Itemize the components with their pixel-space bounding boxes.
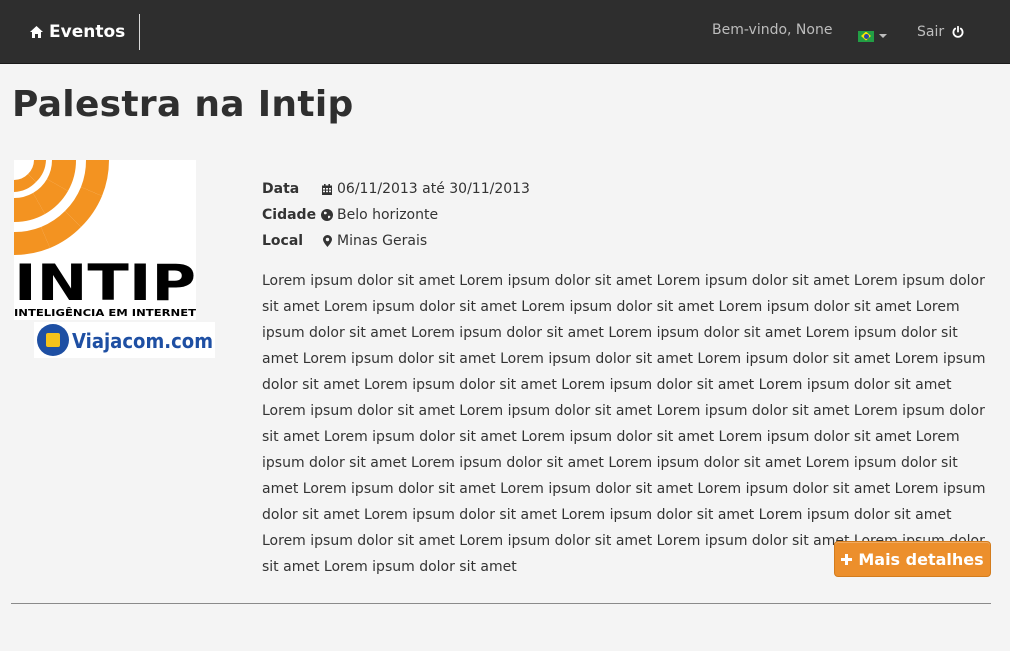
welcome-text: Bem-vindo, None [712,22,833,38]
logout-link[interactable]: Sair [917,22,964,42]
detail-label: Local [262,233,304,249]
plus-icon [841,553,853,565]
home-icon [30,26,43,38]
divider [11,603,991,604]
caret-down-icon [879,34,887,38]
detail-value: Belo horizonte [337,207,439,223]
brazil-flag-icon [858,30,874,42]
intip-tagline: INTELIGÊNCIA EM INTERNET [14,307,197,319]
detail-row-location: Local Minas Gerais [262,228,530,254]
map-marker-icon [317,235,337,247]
brand-label: Eventos [49,22,126,42]
more-details-button[interactable]: Mais detalhes [834,541,991,577]
detail-row-city: Cidade Belo horizonte [262,202,530,228]
logout-label: Sair [917,24,945,40]
navbar-divider [139,14,140,50]
event-logo-image: INTIP INTELIGÊNCIA EM INTERNET Viajacom.… [14,160,215,358]
detail-value: Minas Gerais [337,233,428,249]
calendar-icon [317,183,337,195]
detail-row-date: Data 06/11/2013 até 30/11/2013 [262,176,530,202]
globe-icon [317,209,337,221]
detail-label: Data [262,181,300,197]
page-title: Palestra na Intip [12,84,354,125]
brand-link[interactable]: Eventos [30,20,125,44]
top-navbar: Eventos Bem-vindo, None Sair [0,0,1010,64]
more-details-label: Mais detalhes [858,549,984,569]
detail-value: 06/11/2013 até 30/11/2013 [337,181,530,197]
sponsor-wordmark: Viajacom.com [72,329,213,353]
language-dropdown[interactable] [858,26,887,46]
power-icon [952,26,964,38]
detail-label: Cidade [262,207,317,223]
event-details: Data 06/11/2013 até 30/11/2013 Cidade Be… [262,176,530,254]
intip-wordmark: INTIP [14,254,196,312]
event-description: Lorem ipsum dolor sit amet Lorem ipsum d… [262,273,986,575]
